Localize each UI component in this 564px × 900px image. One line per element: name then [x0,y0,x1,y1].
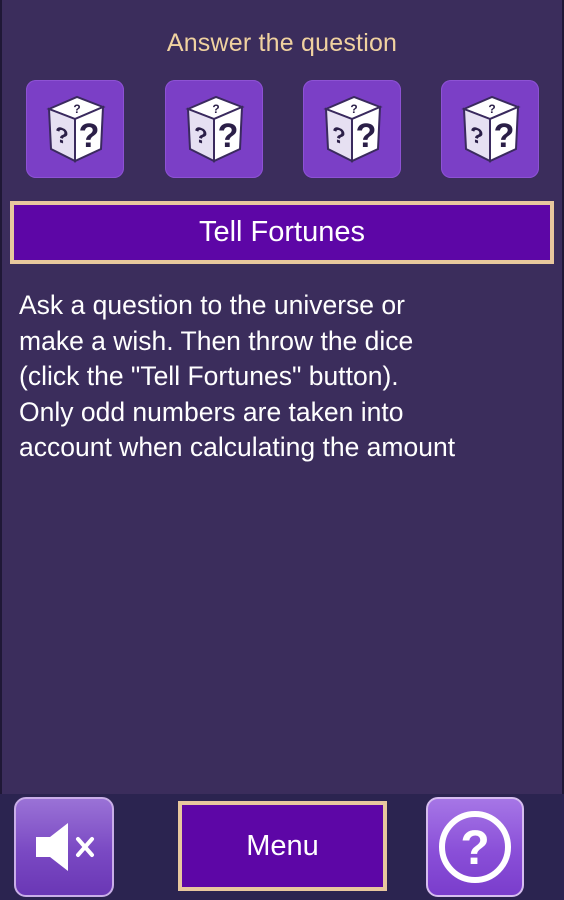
instructions-line: account when calculating the amount [19,432,456,462]
svg-text:?: ? [55,121,68,150]
instructions-line: (click the "Tell Fortunes" button). [19,361,399,391]
help-circle-icon: ? [439,811,511,883]
svg-text:?: ? [494,117,515,155]
speaker-muted-icon [36,823,94,871]
help-button[interactable]: ? [426,797,524,897]
svg-text:?: ? [212,102,219,116]
sound-toggle-button[interactable] [14,797,114,897]
svg-text:?: ? [488,102,495,116]
die-1: ? ? ? [26,80,124,178]
instructions-text: Ask a question to the universe or make a… [19,288,549,466]
die-2: ? ? ? [165,80,263,178]
svg-text:?: ? [350,102,357,116]
question-die-icon: ? ? ? [46,95,106,163]
instructions-line: make a wish. Then throw the dice [19,325,414,356]
svg-text:?: ? [332,121,345,150]
tell-fortunes-button[interactable]: Tell Fortunes [10,201,554,264]
svg-text:?: ? [218,117,239,155]
menu-button[interactable]: Menu [178,801,387,891]
question-die-icon: ? ? ? [461,95,521,163]
page-title: Answer the question [166,29,398,57]
menu-label: Menu [246,829,319,862]
svg-text:?: ? [79,117,100,155]
svg-text:?: ? [356,117,377,155]
svg-text:?: ? [73,102,80,116]
tell-fortunes-label: Tell Fortunes [198,216,365,248]
svg-text:?: ? [470,121,483,150]
die-3: ? ? ? [303,80,401,178]
instructions-line: Ask a question to the universe or [19,290,405,320]
die-4: ? ? ? [441,80,539,178]
instructions-line: Only odd numbers are taken into [19,396,404,427]
question-die-icon: ? ? ? [323,95,383,163]
svg-text:?: ? [460,822,489,875]
question-die-icon: ? ? ? [185,95,245,163]
svg-text:?: ? [194,121,207,150]
